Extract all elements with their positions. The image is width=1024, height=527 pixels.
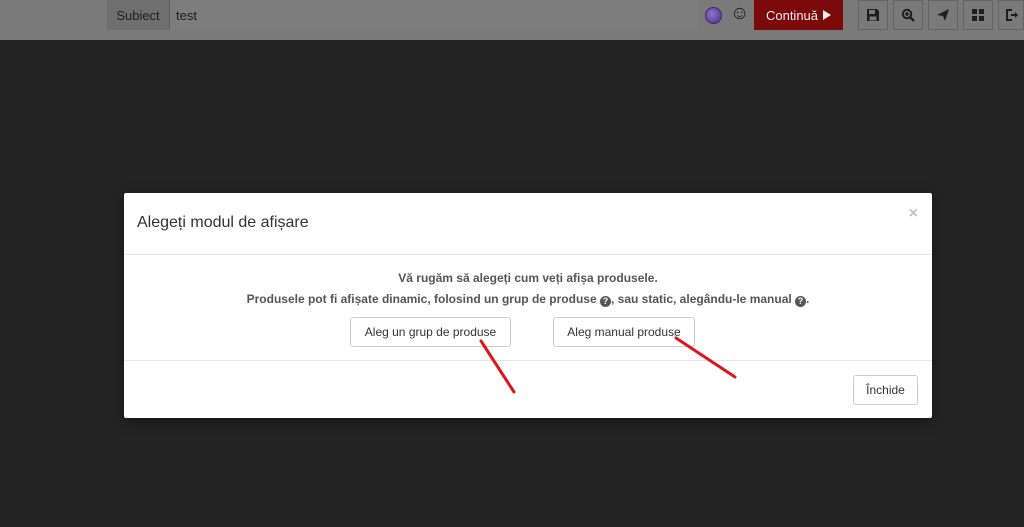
save-button[interactable]: [858, 0, 888, 30]
choose-product-group-button[interactable]: Aleg un grup de produse: [350, 317, 511, 347]
export-icon: [1006, 9, 1018, 21]
send-button[interactable]: [928, 0, 958, 30]
close-button[interactable]: Închide: [853, 375, 918, 405]
display-mode-dialog: Alegeți modul de afișare × Vă rugăm să a…: [124, 193, 932, 418]
help-icon-group[interactable]: ?: [599, 296, 611, 307]
export-button[interactable]: [998, 0, 1024, 30]
instruction-text-2: , sau static, alegându-le manual: [610, 292, 796, 306]
play-arrow-icon: [823, 10, 832, 20]
instruction-text-1: Produsele pot fi afișate dinamic, folosi…: [246, 292, 600, 306]
close-icon[interactable]: ×: [909, 205, 918, 223]
help-icon-manual[interactable]: ?: [795, 296, 807, 307]
emoji-picker-icon[interactable]: [705, 7, 722, 24]
grid-icon: [972, 9, 984, 21]
continue-button[interactable]: Continuă: [754, 0, 843, 30]
top-toolbar: Subiect ☺ Continuă: [0, 0, 1024, 40]
dialog-body: Vă rugăm să alegeți cum veți afișa produ…: [124, 255, 932, 361]
smiley-icon[interactable]: ☺: [730, 4, 749, 23]
continue-label: Continuă: [765, 7, 819, 23]
dialog-title: Alegeți modul de afișare: [137, 214, 309, 231]
zoom-button[interactable]: [893, 0, 923, 30]
choose-manual-products-button[interactable]: Aleg manual produse: [553, 317, 695, 347]
zoom-in-icon: [901, 8, 915, 22]
floppy-disk-icon: [867, 9, 879, 21]
send-icon: [937, 9, 949, 21]
dialog-header: Alegeți modul de afișare ×: [124, 193, 932, 255]
layout-button[interactable]: [963, 0, 993, 30]
subject-input[interactable]: [170, 0, 698, 30]
subject-label: Subiect: [107, 0, 170, 30]
instruction-line-2: Produsele pot fi afișate dinamic, folosi…: [124, 292, 932, 307]
instruction-text-3: .: [806, 292, 810, 306]
instruction-line-1: Vă rugăm să alegeți cum veți afișa produ…: [398, 271, 658, 285]
